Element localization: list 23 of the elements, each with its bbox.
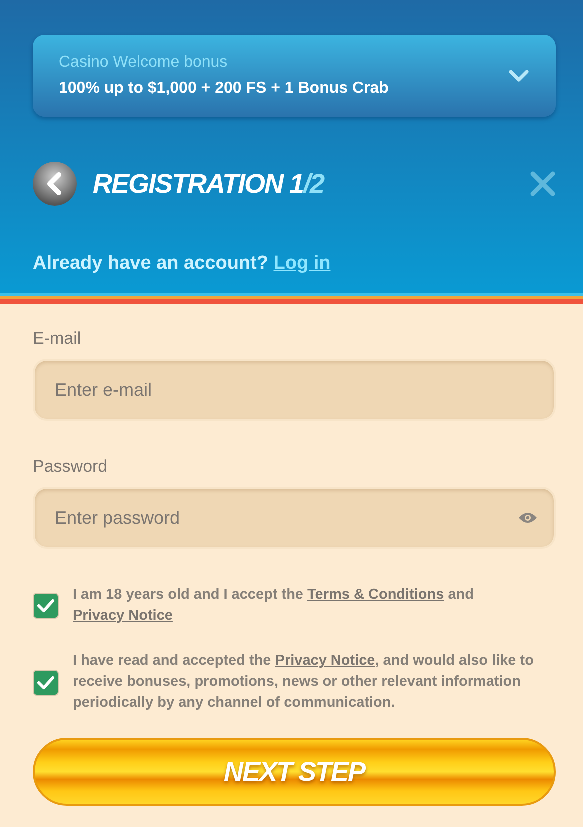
consent-text: I am 18 years old and I accept the Terms & Conditions and Privacy Notice	[73, 586, 476, 626]
password-field[interactable]: Enter password	[33, 487, 556, 549]
field-label: E-mail	[33, 329, 82, 349]
chevron-icon	[508, 68, 530, 84]
bonus-offer: 100% up to $1,000 + 200 FS + 1 Bonus Crab	[59, 80, 389, 98]
bonus-dropdown[interactable]: Casino Welcome bonus 100% up to $1,000 + 200 FS + 1 Bonus Crab	[33, 35, 556, 117]
back-button[interactable]	[33, 162, 77, 206]
check-icon	[37, 599, 55, 613]
field-label: Password	[33, 457, 108, 477]
eye-icon[interactable]	[518, 511, 538, 525]
consent-checkbox[interactable]	[33, 670, 59, 696]
consent-checkbox[interactable]	[33, 593, 59, 619]
email-field[interactable]: Enter e-mail	[33, 359, 556, 421]
login-prompt: Already have an account? Log in	[33, 253, 332, 275]
policy-link[interactable]: Terms & Conditions	[308, 587, 444, 603]
consent-text: I have read and accepted the Privacy Notice, and would also like to receive bonuses, promotions, news or other relevant information periodically by any channel of communication.	[73, 652, 535, 713]
bonus-label: Casino Welcome bonus	[59, 54, 229, 72]
login-link[interactable]: Log in	[274, 253, 331, 274]
registration-title: REGISTRATION 1/2	[93, 168, 326, 200]
policy-link[interactable]: Privacy Notice	[73, 608, 173, 624]
policy-link[interactable]: Privacy Notice	[275, 653, 376, 669]
close-button[interactable]	[530, 171, 556, 197]
check-icon	[37, 676, 55, 690]
